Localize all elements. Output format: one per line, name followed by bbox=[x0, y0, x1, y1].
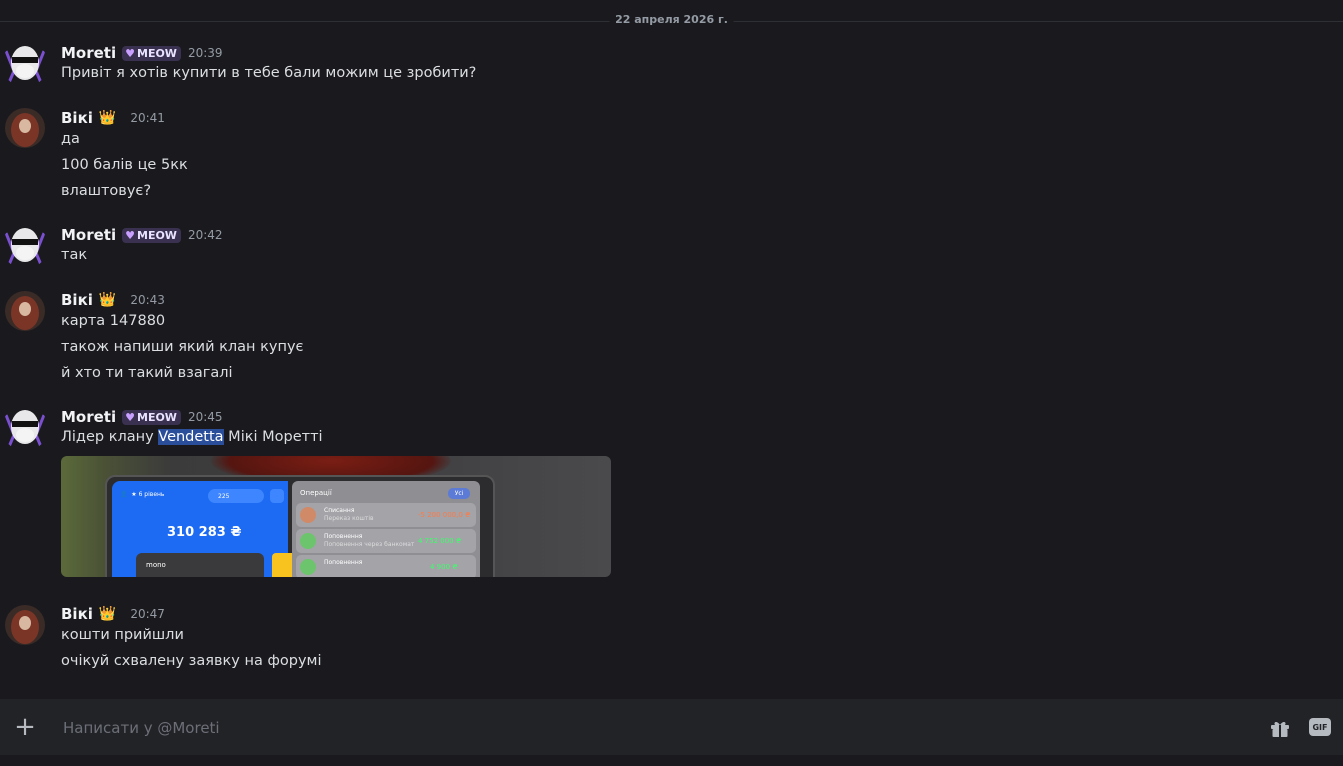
camera-icon bbox=[270, 489, 284, 503]
username[interactable]: Вікі bbox=[61, 109, 93, 127]
level-label: 👤 ★ 6 рівень bbox=[120, 491, 165, 498]
username[interactable]: Вікі bbox=[61, 605, 93, 623]
phone-screenshot: 👤 ★ 6 рівень 225 310 283 ₴ mono Операції… bbox=[105, 475, 495, 577]
timestamp: 20:43 bbox=[130, 293, 165, 307]
crown-icon: 👑 bbox=[98, 292, 117, 308]
crown-icon: 👑 bbox=[98, 606, 117, 622]
username[interactable]: Moreti bbox=[61, 408, 116, 426]
message-text: й хто ти такий взагалі bbox=[61, 365, 233, 381]
username[interactable]: Moreti bbox=[61, 44, 116, 62]
message-composer: + GIF bbox=[0, 699, 1343, 755]
message-header: Moreti ♥ MEOW 20:42 bbox=[61, 225, 223, 245]
avatar-viki[interactable] bbox=[5, 108, 45, 148]
avatar-viki[interactable] bbox=[5, 291, 45, 331]
message-text: карта 147880 bbox=[61, 313, 166, 329]
timestamp: 20:41 bbox=[130, 111, 165, 125]
username[interactable]: Moreti bbox=[61, 226, 116, 244]
message-header: Moreti ♥ MEOW 20:45 bbox=[61, 407, 223, 427]
mono-card: mono bbox=[136, 553, 264, 577]
message-input[interactable] bbox=[61, 715, 1245, 741]
add-attachment-icon[interactable]: + bbox=[12, 714, 38, 741]
gif-icon[interactable]: GIF bbox=[1309, 718, 1331, 736]
timestamp: 20:47 bbox=[130, 607, 165, 621]
timestamp: 20:39 bbox=[187, 46, 223, 60]
message-text: також напиши який клан купує bbox=[61, 339, 304, 355]
timestamp: 20:45 bbox=[187, 410, 223, 424]
gift-icon[interactable] bbox=[1269, 717, 1291, 739]
operation-icon bbox=[300, 533, 316, 549]
operations-filter: Усі bbox=[448, 488, 470, 499]
message-text: очікуй схвалену заявку на форумі bbox=[61, 653, 322, 669]
message-header: Вікі 👑 20:47 bbox=[61, 604, 165, 624]
image-attachment[interactable]: 👤 ★ 6 рівень 225 310 283 ₴ mono Операції… bbox=[61, 456, 611, 577]
operation-icon bbox=[300, 507, 316, 523]
avatar-moreti[interactable] bbox=[2, 405, 48, 451]
bank-app-main: 👤 ★ 6 рівень 225 310 283 ₴ mono bbox=[112, 481, 292, 577]
selected-text: Vendetta bbox=[158, 429, 224, 445]
heart-icon: ♥ bbox=[125, 228, 135, 242]
message-text: 100 балів це 5кк bbox=[61, 157, 188, 173]
date-divider: 22 апреля 2026 г. bbox=[609, 13, 734, 26]
message-header: Вікі 👑 20:43 bbox=[61, 290, 165, 310]
avatar-viki[interactable] bbox=[5, 605, 45, 645]
username[interactable]: Вікі bbox=[61, 291, 93, 309]
message-text: Лідер клану Vendetta Мікі Моретті bbox=[61, 429, 323, 445]
message-text: да bbox=[61, 131, 80, 147]
operations-title: Операції bbox=[300, 489, 332, 497]
operations-panel: Операції Усі Списання Переказ коштів -5 … bbox=[292, 481, 480, 577]
balance: 310 283 ₴ bbox=[167, 525, 242, 540]
message-text: так bbox=[61, 247, 88, 263]
avatar-moreti[interactable] bbox=[2, 223, 48, 269]
guild-tag[interactable]: ♥ MEOW bbox=[122, 45, 181, 61]
heart-icon: ♥ bbox=[125, 46, 135, 60]
guild-tag[interactable]: ♥ MEOW bbox=[122, 227, 181, 243]
crown-icon: 👑 bbox=[98, 110, 117, 126]
message-header: Вікі 👑 20:41 bbox=[61, 108, 165, 128]
operation-icon bbox=[300, 559, 316, 575]
avatar-moreti[interactable] bbox=[2, 41, 48, 87]
heart-icon: ♥ bbox=[125, 410, 135, 424]
points-pill: 225 bbox=[208, 489, 264, 503]
yellow-card bbox=[272, 553, 292, 577]
message-header: Moreti ♥ MEOW 20:39 bbox=[61, 43, 223, 63]
message-text: кошти прийшли bbox=[61, 627, 184, 643]
message-text: влаштовує? bbox=[61, 183, 152, 199]
guild-tag[interactable]: ♥ MEOW bbox=[122, 409, 181, 425]
timestamp: 20:42 bbox=[187, 228, 223, 242]
message-text: Привіт я хотів купити в тебе бали можим … bbox=[61, 65, 477, 81]
